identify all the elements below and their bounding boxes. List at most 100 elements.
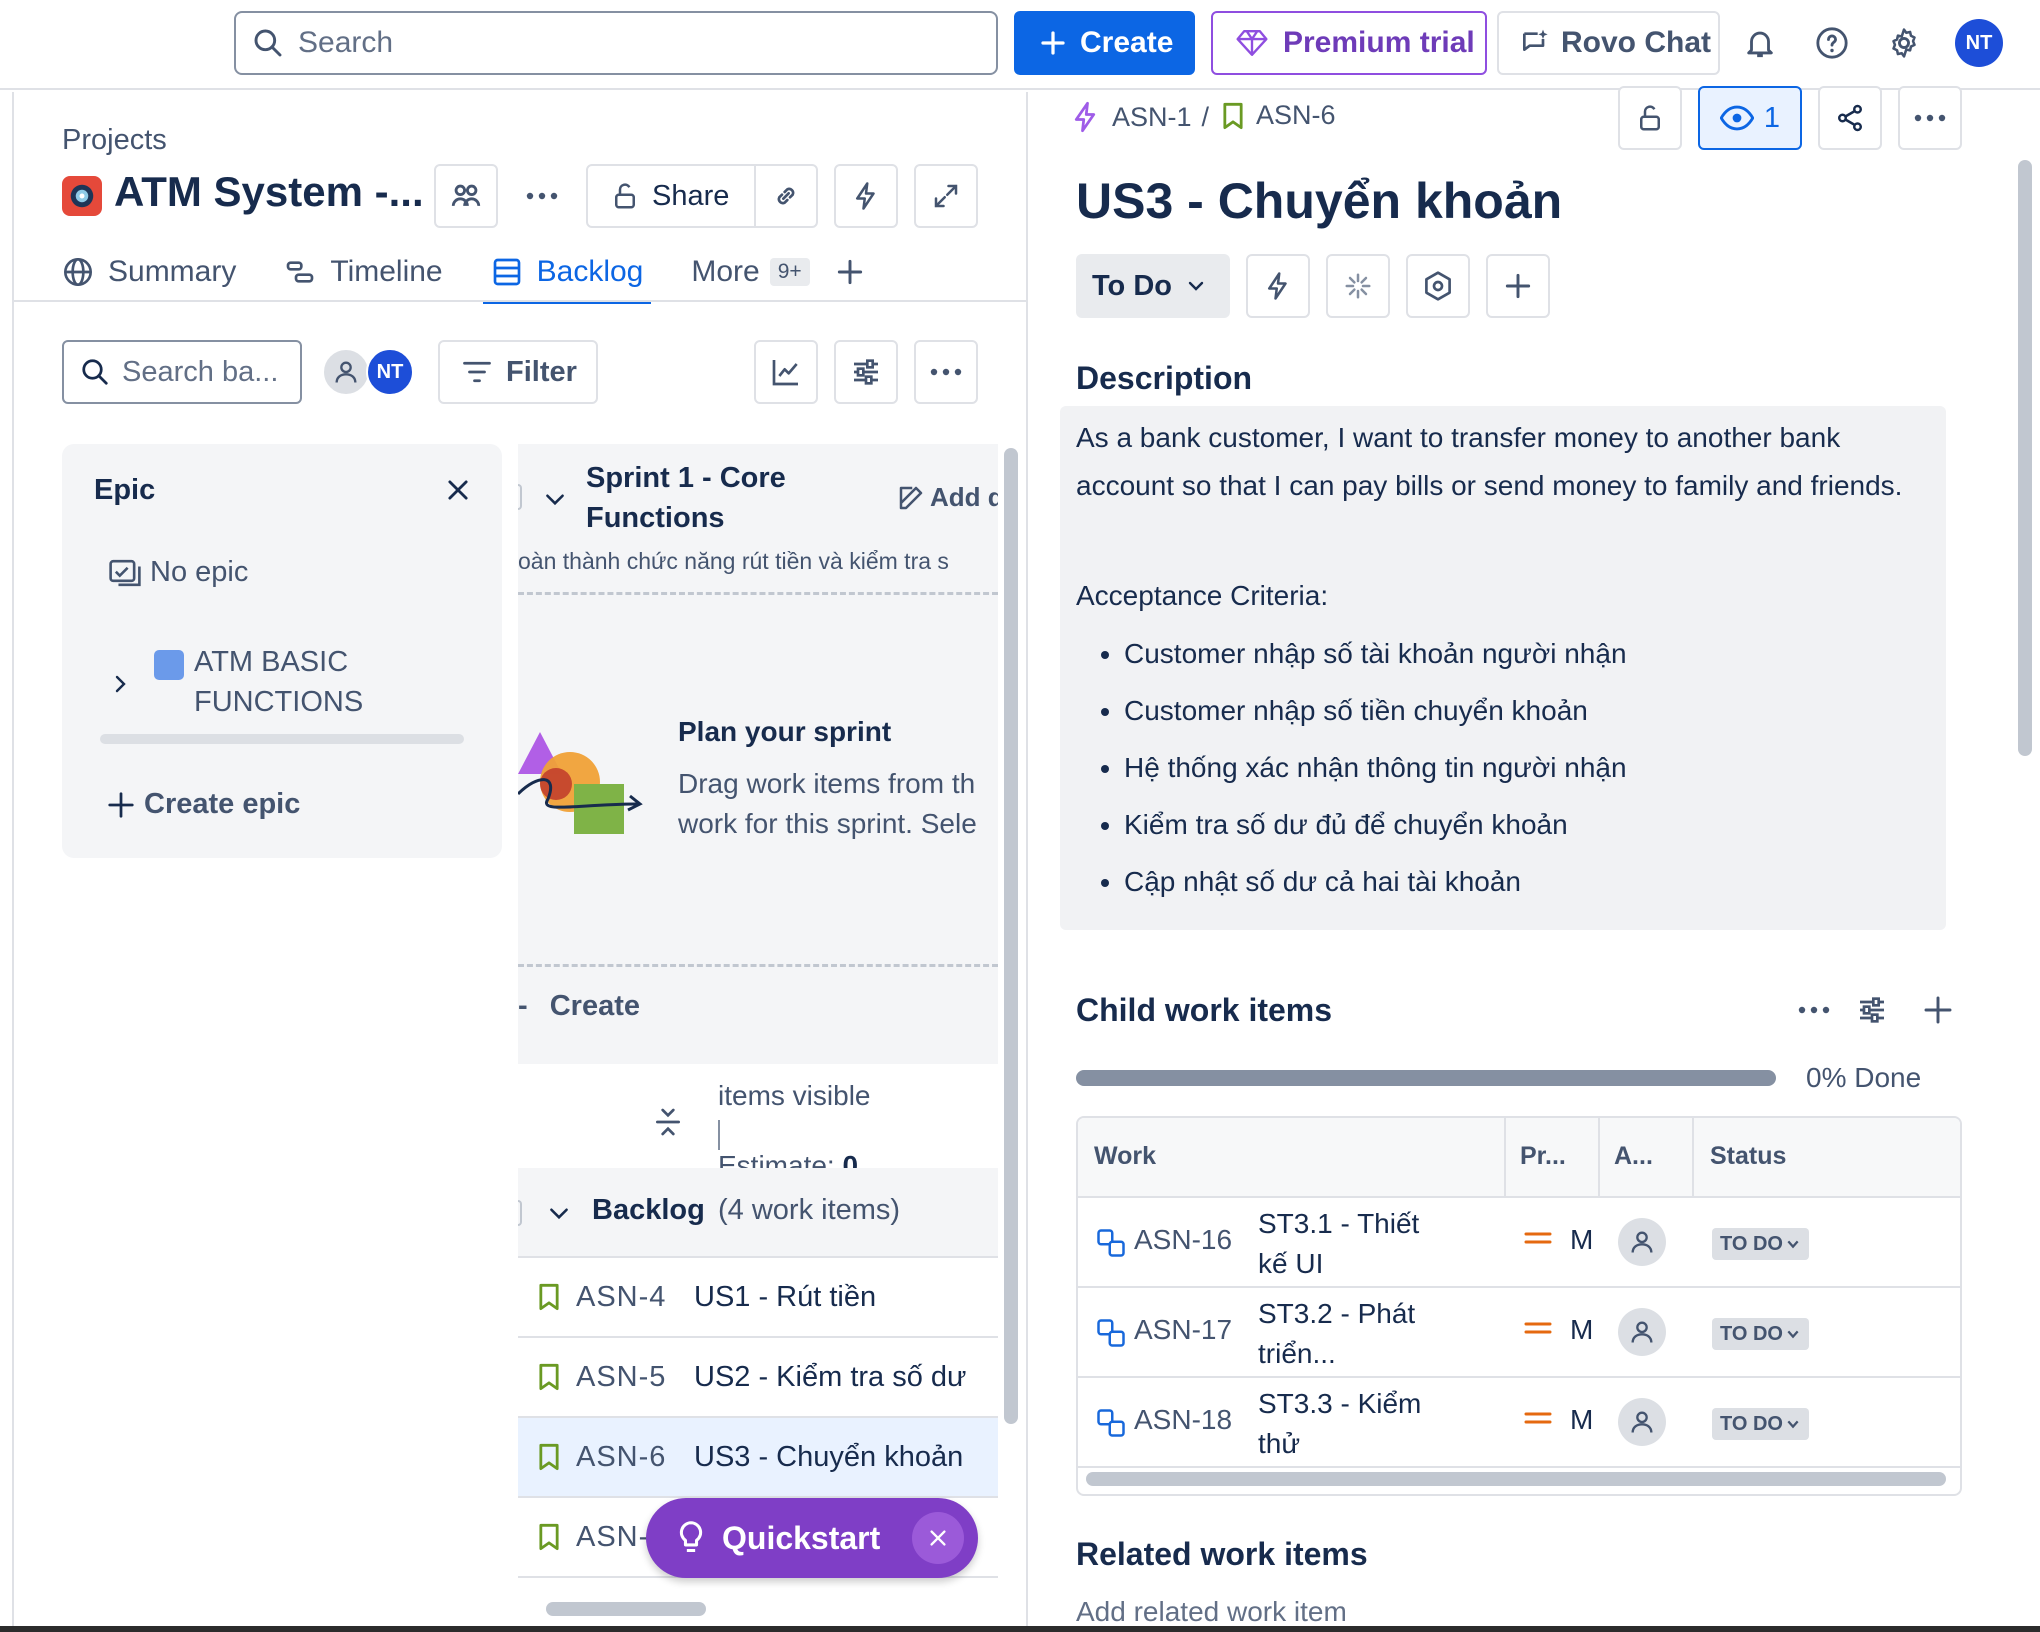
backlog-row[interactable]: ASN-4 US1 - Rút tiền — [518, 1258, 998, 1338]
chevron-down-icon[interactable] — [542, 486, 568, 512]
chevron-down-icon[interactable] — [546, 1200, 572, 1226]
add-related-work-item[interactable]: Add related work item — [1076, 1596, 1347, 1628]
settings-button[interactable] — [1880, 19, 1928, 67]
panel-divider[interactable] — [1026, 92, 1028, 1632]
detail-vertical-scrollbar[interactable] — [2018, 160, 2032, 756]
child-item-row[interactable]: ASN-18 ST3.3 - Kiểm thử M TO DO — [1078, 1378, 1960, 1468]
issue-title[interactable]: US3 - Chuyển khoản — [1076, 172, 1562, 230]
add-child-item-button[interactable] — [1906, 978, 1970, 1042]
rovo-chat-button[interactable]: Rovo Chat — [1497, 11, 1720, 75]
window-bottom-edge — [0, 1626, 2040, 1632]
more-horizontal-icon — [1798, 1006, 1830, 1014]
automation-button[interactable] — [834, 164, 898, 228]
copy-link-button[interactable] — [754, 164, 818, 228]
column-header-status[interactable]: Status — [1710, 1142, 1786, 1171]
create-button[interactable]: Create — [1014, 11, 1195, 75]
notifications-button[interactable] — [1736, 19, 1784, 67]
status-dropdown[interactable]: To Do — [1076, 254, 1230, 318]
child-item-assignee-avatar[interactable] — [1618, 1218, 1666, 1266]
tab-backlog[interactable]: Backlog — [482, 244, 652, 304]
sprint-checkbox[interactable] — [518, 484, 522, 510]
close-epic-panel-button[interactable] — [438, 470, 478, 510]
criteria-item: Hệ thống xác nhận thông tin người nhận — [1124, 744, 1627, 801]
more-horizontal-icon — [1914, 114, 1946, 122]
issue-more-button[interactable] — [1898, 86, 1962, 150]
backlog-row-selected[interactable]: ASN-6 US3 - Chuyển khoản — [518, 1418, 998, 1498]
backlog-checkbox[interactable] — [518, 1200, 522, 1226]
backlog-more-button[interactable] — [914, 340, 978, 404]
more-horizontal-icon — [930, 368, 962, 376]
premium-trial-button[interactable]: Premium trial — [1211, 11, 1487, 75]
child-items-more-button[interactable] — [1782, 978, 1846, 1042]
no-epic-label: No epic — [150, 556, 249, 588]
add-field-button[interactable] — [1486, 254, 1550, 318]
child-item-status-dropdown[interactable]: TO DO — [1712, 1408, 1809, 1440]
child-items-progress-bar — [1076, 1070, 1776, 1086]
watch-button[interactable]: 1 — [1698, 86, 1802, 150]
breadcrumb-current[interactable]: ASN-6 — [1222, 100, 1336, 131]
share-label: Share — [652, 179, 730, 212]
create-epic-button[interactable]: Create epic — [106, 788, 300, 821]
child-item-priority: M — [1570, 1224, 1594, 1255]
share-button[interactable]: Share — [586, 164, 756, 228]
child-item-status: TO DO — [1720, 1322, 1783, 1345]
backlog-row[interactable]: ASN-5 US2 - Kiểm tra số dư — [518, 1338, 998, 1418]
add-dates-button[interactable]: Add d — [896, 482, 998, 513]
team-button[interactable] — [434, 164, 498, 228]
profile-button[interactable]: NT — [1955, 19, 2003, 67]
global-search-input[interactable]: Search — [234, 11, 998, 75]
quickstart-close-button[interactable] — [912, 1512, 964, 1564]
project-title[interactable]: ATM System -... — [114, 168, 424, 216]
ai-actions-button[interactable] — [1326, 254, 1390, 318]
child-items-settings-button[interactable] — [1840, 978, 1904, 1042]
breadcrumb-projects[interactable]: Projects — [62, 124, 167, 157]
parent-key: ASN-1 — [1112, 101, 1192, 132]
backlog-horizontal-scrollbar[interactable] — [546, 1602, 706, 1616]
collapse-rows-icon[interactable] — [652, 1104, 684, 1140]
unassigned-avatar[interactable] — [322, 348, 370, 396]
insights-button[interactable] — [754, 340, 818, 404]
project-more-button[interactable] — [510, 164, 574, 228]
child-table-horizontal-scrollbar[interactable] — [1086, 1472, 1946, 1486]
close-icon — [448, 480, 468, 500]
column-header-assignee[interactable]: A... — [1614, 1142, 1653, 1171]
description-field[interactable]: As a bank customer, I want to transfer m… — [1060, 406, 1946, 930]
issue-automation-button[interactable] — [1246, 254, 1310, 318]
child-item-status-dropdown[interactable]: TO DO — [1712, 1228, 1809, 1260]
column-header-work[interactable]: Work — [1094, 1142, 1156, 1171]
tab-summary[interactable]: Summary — [62, 244, 236, 300]
child-item-assignee-avatar[interactable] — [1618, 1308, 1666, 1356]
quickstart-button[interactable]: Quickstart — [646, 1498, 978, 1578]
child-item-assignee-avatar[interactable] — [1618, 1398, 1666, 1446]
items-visible-text: items visible — [718, 1080, 871, 1111]
no-epic-item[interactable]: No epic — [108, 556, 248, 589]
child-item-row[interactable]: ASN-17 ST3.2 - Phát triển... M TO DO — [1078, 1288, 1960, 1378]
filter-button[interactable]: Filter — [438, 340, 598, 404]
sprint-create-button[interactable]: - Create — [518, 990, 640, 1023]
view-settings-button[interactable] — [834, 340, 898, 404]
child-table-header: Work Pr... A... Status — [1078, 1118, 1960, 1198]
column-header-priority[interactable]: Pr... — [1520, 1142, 1566, 1171]
child-item-row[interactable]: ASN-16 ST3.1 - Thiết kế UI M TO DO — [1078, 1198, 1960, 1288]
backlog-vertical-scrollbar[interactable] — [1004, 448, 1018, 1424]
user-filter-avatar[interactable]: NT — [366, 348, 414, 396]
breadcrumb-parent[interactable]: ASN-1 / — [1070, 100, 1209, 134]
person-icon — [335, 361, 357, 383]
apps-button[interactable] — [1406, 254, 1470, 318]
tab-more[interactable]: More 9+ — [691, 244, 810, 300]
quickstart-label: Quickstart — [722, 1519, 881, 1556]
add-tab-button[interactable] — [834, 244, 866, 300]
tab-timeline[interactable]: Timeline — [284, 244, 443, 300]
child-item-status: TO DO — [1720, 1412, 1783, 1435]
child-item-name: ST3.1 - Thiết kế UI — [1258, 1208, 1420, 1279]
epic-item[interactable]: ATM BASIC FUNCTIONS — [108, 642, 434, 722]
child-item-status-dropdown[interactable]: TO DO — [1712, 1318, 1809, 1350]
help-icon — [1816, 27, 1848, 59]
help-button[interactable] — [1808, 19, 1856, 67]
expand-button[interactable] — [914, 164, 978, 228]
backlog-search-input[interactable]: Search ba... — [62, 340, 302, 404]
share-issue-button[interactable] — [1818, 86, 1882, 150]
child-work-items-table: Work Pr... A... Status ASN-16 ST3.1 - Th… — [1076, 1116, 1962, 1496]
child-item-key: ASN-18 — [1134, 1404, 1233, 1435]
restrictions-button[interactable] — [1618, 86, 1682, 150]
